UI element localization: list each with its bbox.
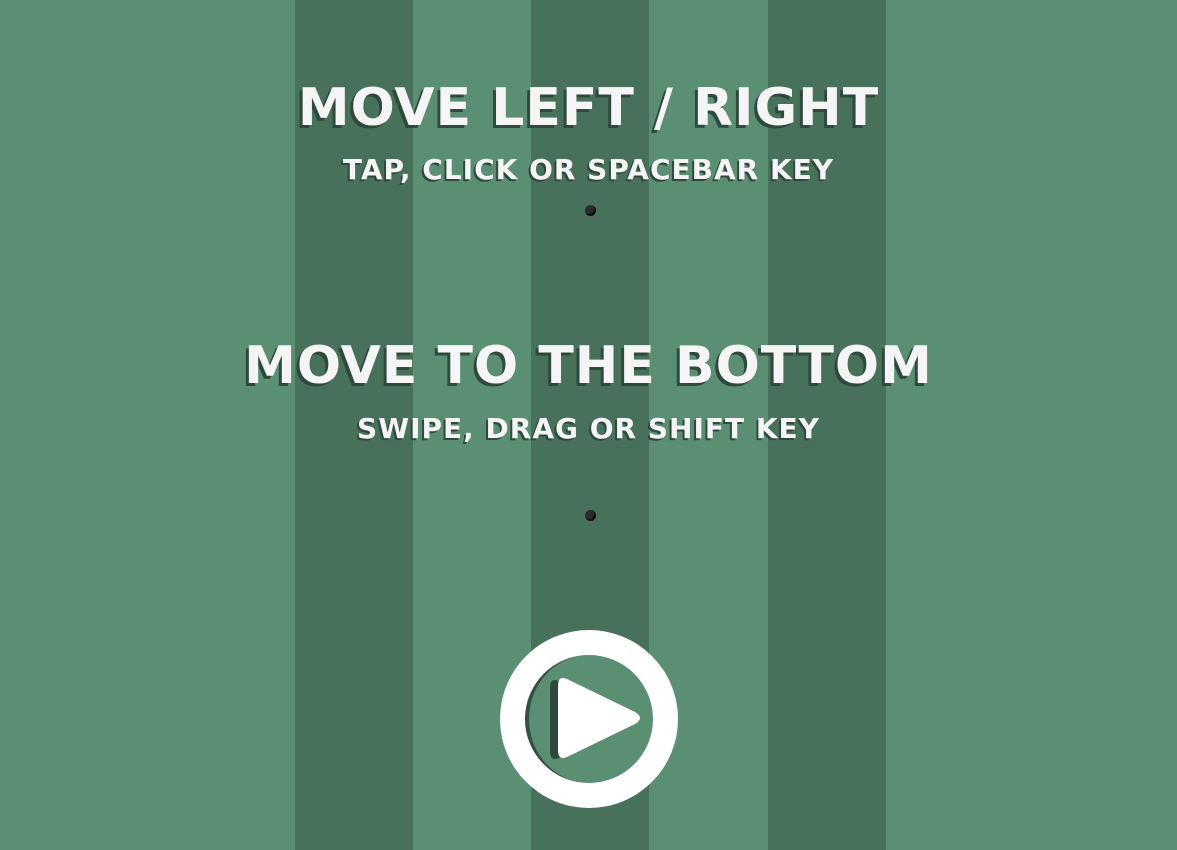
game-stage: MOVE LEFT / RIGHT TAP, CLICK OR SPACEBAR… [0, 0, 1177, 850]
ball-demo-2 [585, 510, 596, 521]
ball-demo-1 [585, 205, 596, 216]
instruction-subtitle-swipe-drag: SWIPE, DRAG OR SHIFT KEY [357, 412, 820, 445]
instruction-title-move-to-bottom: MOVE TO THE BOTTOM [244, 336, 933, 396]
instruction-title-move-left-right: MOVE LEFT / RIGHT [297, 78, 880, 138]
instruction-subtitle-tap-click: TAP, CLICK OR SPACEBAR KEY [342, 153, 835, 186]
play-button[interactable] [500, 630, 678, 808]
play-icon [500, 630, 678, 808]
